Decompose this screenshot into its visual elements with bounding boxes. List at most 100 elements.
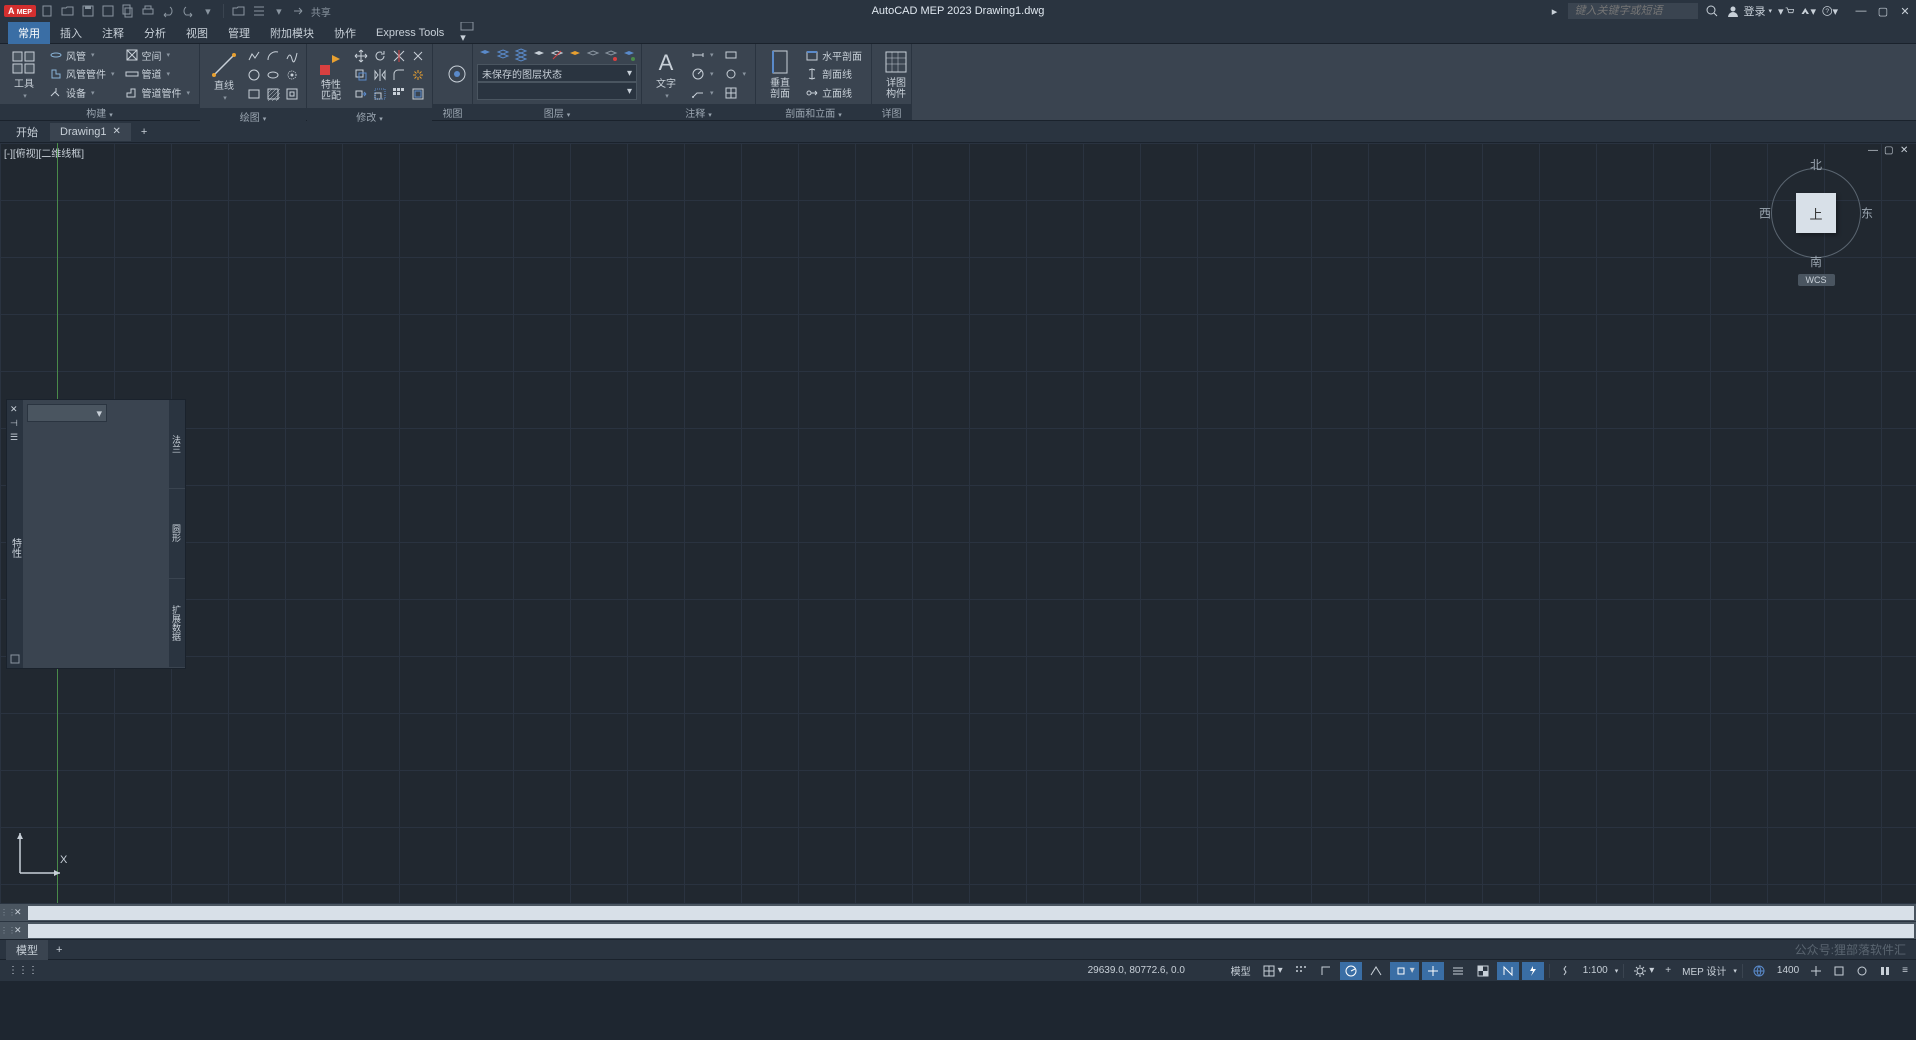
sb-model-button[interactable]: 模型: [1227, 961, 1255, 980]
qat-dropdown-icon[interactable]: ▾: [200, 3, 216, 19]
search-caret-icon[interactable]: ▸: [1546, 3, 1562, 19]
close-button[interactable]: ✕: [1898, 4, 1912, 18]
sb-nav4-icon[interactable]: [1875, 963, 1895, 979]
ellipse-icon[interactable]: [265, 67, 281, 83]
cart-icon[interactable]: ▾: [1778, 3, 1794, 19]
palette-tab-0[interactable]: 法兰: [169, 400, 185, 489]
sb-snap-icon[interactable]: [1290, 962, 1312, 980]
sb-lweight-icon[interactable]: [1447, 962, 1469, 980]
qat-open-icon[interactable]: [60, 3, 76, 19]
qat-arrow-icon[interactable]: [291, 3, 307, 19]
wcs-button[interactable]: WCS: [1798, 274, 1835, 286]
menu-express[interactable]: Express Tools: [366, 24, 454, 42]
sb-transparency-icon[interactable]: [1472, 962, 1494, 980]
tag3-icon[interactable]: [721, 84, 750, 102]
layer8-icon[interactable]: [603, 47, 618, 63]
pipe-fitting-button[interactable]: 管道管件▾: [122, 84, 194, 102]
layer1-icon[interactable]: [478, 47, 493, 63]
line-button[interactable]: 直线 ▾: [204, 46, 244, 106]
login-button[interactable]: 登录 ▾: [1726, 3, 1772, 19]
sb-plus-icon[interactable]: +: [1661, 963, 1675, 978]
dim3-icon[interactable]: ▾: [688, 84, 717, 102]
elevline-button[interactable]: 立面线: [802, 84, 865, 102]
layer3-icon[interactable]: [514, 47, 529, 63]
qat-dd2-icon[interactable]: ▾: [271, 3, 287, 19]
equipment-button[interactable]: 设备▾: [46, 84, 118, 102]
menu-addins[interactable]: 附加模块: [260, 22, 324, 44]
compass-south[interactable]: 南: [1810, 253, 1822, 270]
qat-undo-icon[interactable]: [160, 3, 176, 19]
search-input[interactable]: [1568, 3, 1698, 19]
sb-ortho-icon[interactable]: [1315, 962, 1337, 980]
vp-minimize-icon[interactable]: —: [1868, 145, 1880, 157]
autodesk-icon[interactable]: ▾: [1800, 3, 1816, 19]
menu-overflow-icon[interactable]: ▾: [454, 18, 480, 47]
duct-fitting-button[interactable]: 风管管件▾: [46, 65, 118, 83]
view-button[interactable]: [437, 46, 477, 102]
fillet-icon[interactable]: [391, 67, 407, 83]
minimize-button[interactable]: —: [1854, 4, 1868, 18]
menu-manage[interactable]: 管理: [218, 22, 260, 44]
qat-list-icon[interactable]: [251, 3, 267, 19]
offset-icon[interactable]: [410, 86, 426, 102]
match-button[interactable]: 特性 匹配: [311, 46, 351, 106]
sb-elev[interactable]: 1400: [1773, 963, 1803, 978]
layer6-icon[interactable]: [567, 47, 582, 63]
rotate-icon[interactable]: [372, 48, 388, 64]
panel-view-title[interactable]: 视图: [433, 104, 472, 120]
circle-icon[interactable]: [246, 67, 262, 83]
layout-model-tab[interactable]: 模型: [6, 940, 48, 960]
tab-add-button[interactable]: +: [133, 123, 155, 141]
palette-menu-icon[interactable]: ☰: [10, 432, 20, 442]
scale-icon[interactable]: [372, 86, 388, 102]
layer5-icon[interactable]: [550, 47, 565, 63]
layer-state-combo[interactable]: 未保存的图层状态▾: [477, 64, 637, 82]
spline-icon[interactable]: [284, 48, 300, 64]
viewport-label[interactable]: [-][俯视][二维线框]: [4, 145, 84, 160]
sb-nav1-icon[interactable]: [1806, 963, 1826, 979]
maximize-button[interactable]: ▢: [1876, 4, 1890, 18]
search-icon[interactable]: [1704, 3, 1720, 19]
sb-annoscale-icon[interactable]: [1555, 962, 1576, 979]
cmd-grip2-icon[interactable]: ⋮⋮: [0, 926, 14, 935]
cmd-close-icon[interactable]: ✕: [14, 907, 26, 918]
sb-grid-icon[interactable]: ▾: [1258, 962, 1287, 980]
palette-close-icon[interactable]: ✕: [10, 404, 20, 414]
sb-customize-icon[interactable]: ≡: [1898, 963, 1912, 978]
pipe-button[interactable]: 管道▾: [122, 65, 194, 83]
panel-annotate-title[interactable]: 注释: [642, 104, 755, 120]
panel-modify-title[interactable]: 修改: [307, 108, 432, 124]
palette-pin-icon[interactable]: ⊣: [10, 418, 20, 428]
sb-scale[interactable]: 1:100: [1579, 963, 1612, 978]
layout-add-button[interactable]: +: [48, 942, 70, 958]
sb-globe-icon[interactable]: [1748, 962, 1770, 980]
hatch-icon[interactable]: [265, 86, 281, 102]
tag2-icon[interactable]: ▾: [721, 65, 750, 83]
region-icon[interactable]: [284, 86, 300, 102]
sb-drag-icon[interactable]: ⋮⋮⋮: [4, 963, 42, 978]
rectangle-icon[interactable]: [246, 86, 262, 102]
sb-dyn-icon[interactable]: [1497, 962, 1519, 980]
stretch-icon[interactable]: [353, 86, 369, 102]
arc-icon[interactable]: [265, 48, 281, 64]
sb-nav2-icon[interactable]: [1829, 963, 1849, 979]
qat-plot-icon[interactable]: [140, 3, 156, 19]
sb-quick-icon[interactable]: [1522, 962, 1544, 980]
sb-gear-icon[interactable]: ▾: [1629, 962, 1658, 980]
panel-detail-title[interactable]: 详图: [872, 104, 911, 120]
palette-tab-1[interactable]: 圆形: [169, 489, 185, 578]
tag1-icon[interactable]: [721, 46, 750, 64]
sb-osnap-icon[interactable]: ▾: [1390, 962, 1419, 980]
copy-icon[interactable]: [353, 67, 369, 83]
layer2-icon[interactable]: [496, 47, 511, 63]
viewcube[interactable]: 北 南 东 西 上 WCS: [1756, 158, 1876, 298]
compass-east[interactable]: 东: [1861, 205, 1873, 222]
sb-coordinates[interactable]: 29639.0, 80772.6, 0.0: [1084, 963, 1224, 978]
tab-drawing1[interactable]: Drawing1✕: [50, 123, 131, 141]
compass-west[interactable]: 西: [1759, 205, 1771, 222]
text-button[interactable]: A 文字 ▾: [646, 46, 686, 102]
sb-nav3-icon[interactable]: [1852, 963, 1872, 979]
vsection-button[interactable]: 垂直 剖面: [760, 46, 800, 102]
dim2-icon[interactable]: ▾: [688, 65, 717, 83]
trim-icon[interactable]: [391, 48, 407, 64]
